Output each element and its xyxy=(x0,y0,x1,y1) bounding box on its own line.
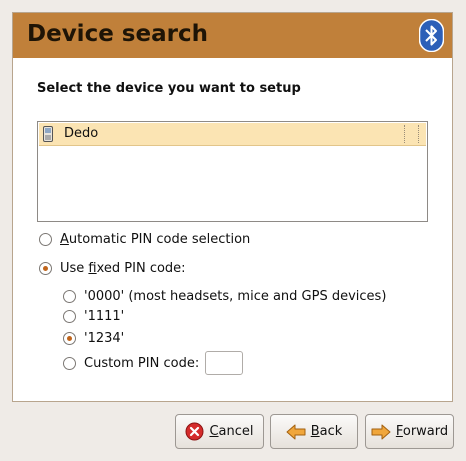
cancel-button[interactable]: Cancel xyxy=(175,414,264,449)
radio-label: Automatic PIN code selection xyxy=(60,232,251,247)
cancel-icon xyxy=(185,422,204,441)
header-banner: Device search xyxy=(13,13,452,58)
column-separator xyxy=(418,125,419,143)
radio-label: Custom PIN code: xyxy=(84,355,200,371)
radio-button[interactable] xyxy=(63,290,76,303)
radio-pin-custom[interactable]: Custom PIN code: xyxy=(63,351,244,375)
device-list[interactable]: Dedo xyxy=(37,121,428,222)
radio-button[interactable] xyxy=(39,233,52,246)
radio-pin-0000[interactable]: '0000' (most headsets, mice and GPS devi… xyxy=(63,289,386,304)
radio-automatic-pin[interactable]: Automatic PIN code selection xyxy=(39,232,250,247)
column-separator xyxy=(404,125,405,143)
radio-fixed-pin[interactable]: Use fixed PIN code: xyxy=(39,261,186,276)
radio-button[interactable] xyxy=(39,262,52,275)
radio-label: '1234' xyxy=(84,331,125,346)
device-name: Dedo xyxy=(64,126,99,141)
button-label: Forward xyxy=(395,424,449,439)
radio-pin-1234[interactable]: '1234' xyxy=(63,331,124,346)
back-arrow-icon xyxy=(286,424,306,439)
assistant-page: Device search Select the device you want… xyxy=(12,12,453,402)
radio-pin-1111[interactable]: '1111' xyxy=(63,309,124,324)
radio-button[interactable] xyxy=(63,356,76,370)
device-row[interactable]: Dedo xyxy=(39,123,426,146)
bluetooth-icon xyxy=(419,19,444,52)
phone-icon xyxy=(43,126,53,142)
forward-button[interactable]: Forward xyxy=(365,414,454,449)
instruction-text: Select the device you want to setup xyxy=(37,81,301,96)
radio-label: Use fixed PIN code: xyxy=(60,261,186,276)
back-button[interactable]: Back xyxy=(270,414,358,449)
custom-pin-input[interactable] xyxy=(205,351,244,375)
button-label: Cancel xyxy=(209,424,254,439)
radio-button[interactable] xyxy=(63,310,76,323)
radio-button[interactable] xyxy=(63,332,76,345)
forward-arrow-icon xyxy=(371,424,391,439)
radio-label: '0000' (most headsets, mice and GPS devi… xyxy=(84,289,387,304)
radio-label: '1111' xyxy=(84,309,125,324)
button-label: Back xyxy=(310,424,343,439)
page-title: Device search xyxy=(27,21,208,47)
